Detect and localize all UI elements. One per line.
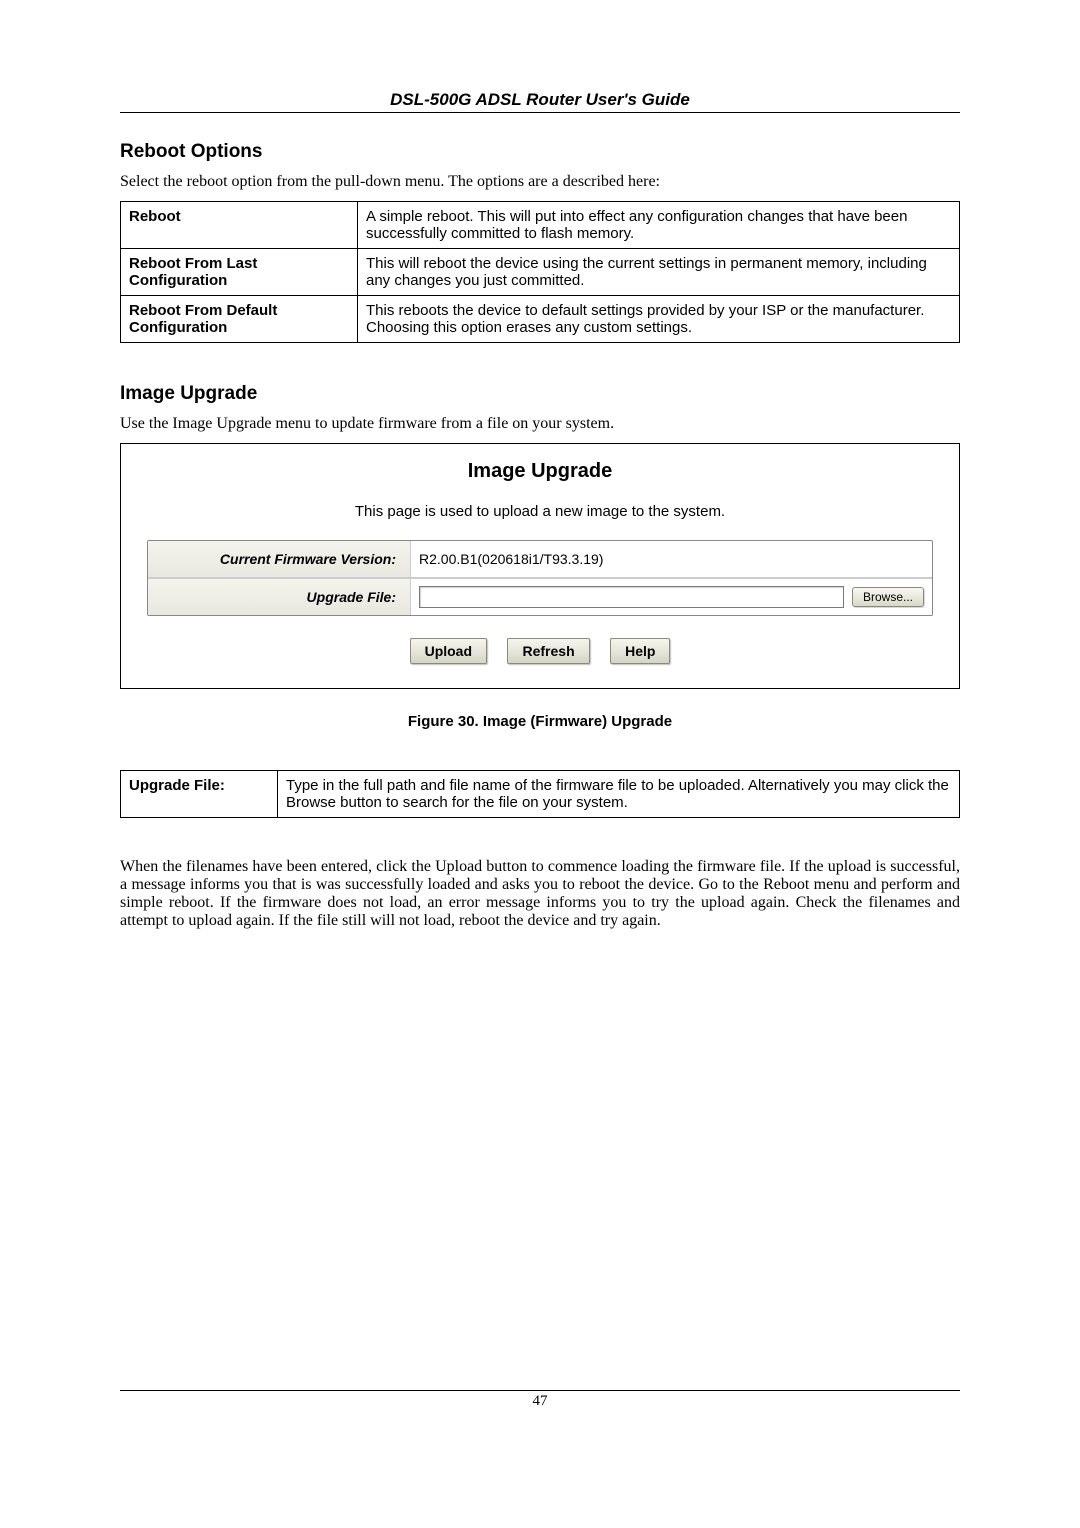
table-row: Upgrade File: Type in the full path and … bbox=[121, 771, 960, 818]
upgrade-file-label: Upgrade File: bbox=[148, 579, 411, 615]
figure-caption: Figure 30. Image (Firmware) Upgrade bbox=[120, 713, 960, 730]
reboot-options-intro: Select the reboot option from the pull-d… bbox=[120, 173, 960, 191]
bottom-paragraph: When the filenames have been entered, cl… bbox=[120, 858, 960, 930]
footer: 47 bbox=[120, 1390, 960, 1410]
panel-button-row: Upload Refresh Help bbox=[139, 638, 941, 664]
upgrade-file-table-label: Upgrade File: bbox=[121, 771, 278, 818]
header-underline bbox=[120, 112, 960, 113]
reboot-last-desc: This will reboot the device using the cu… bbox=[358, 249, 960, 296]
panel-inner-box: Current Firmware Version: R2.00.B1(02061… bbox=[147, 540, 933, 616]
table-row: Reboot From Last Configuration This will… bbox=[121, 249, 960, 296]
image-upgrade-panel: Image Upgrade This page is used to uploa… bbox=[120, 443, 960, 689]
panel-subtitle: This page is used to upload a new image … bbox=[139, 503, 941, 520]
page-number: 47 bbox=[533, 1393, 548, 1409]
upload-button[interactable]: Upload bbox=[410, 638, 487, 664]
reboot-options-heading: Reboot Options bbox=[120, 141, 960, 163]
reboot-options-table: Reboot A simple reboot. This will put in… bbox=[120, 201, 960, 343]
upgrade-file-table-desc: Type in the full path and file name of t… bbox=[278, 771, 960, 818]
reboot-label: Reboot bbox=[121, 202, 358, 249]
upgrade-file-input[interactable] bbox=[419, 586, 844, 608]
upgrade-file-table: Upgrade File: Type in the full path and … bbox=[120, 770, 960, 818]
reboot-desc: A simple reboot. This will put into effe… bbox=[358, 202, 960, 249]
table-row: Reboot A simple reboot. This will put in… bbox=[121, 202, 960, 249]
table-row: Reboot From Default Configuration This r… bbox=[121, 296, 960, 343]
document-header-title: DSL-500G ADSL Router User's Guide bbox=[120, 90, 960, 110]
image-upgrade-intro: Use the Image Upgrade menu to update fir… bbox=[120, 415, 960, 433]
current-firmware-row: Current Firmware Version: R2.00.B1(02061… bbox=[148, 541, 932, 577]
current-firmware-label: Current Firmware Version: bbox=[148, 541, 411, 577]
reboot-default-label: Reboot From Default Configuration bbox=[121, 296, 358, 343]
help-button[interactable]: Help bbox=[610, 638, 670, 664]
panel-title: Image Upgrade bbox=[139, 460, 941, 483]
refresh-button[interactable]: Refresh bbox=[507, 638, 589, 664]
browse-button[interactable]: Browse... bbox=[852, 587, 924, 607]
reboot-last-label: Reboot From Last Configuration bbox=[121, 249, 358, 296]
reboot-default-desc: This reboots the device to default setti… bbox=[358, 296, 960, 343]
current-firmware-value: R2.00.B1(020618i1/T93.3.19) bbox=[419, 551, 603, 567]
upgrade-file-row: Upgrade File: Browse... bbox=[148, 577, 932, 615]
image-upgrade-heading: Image Upgrade bbox=[120, 383, 960, 405]
